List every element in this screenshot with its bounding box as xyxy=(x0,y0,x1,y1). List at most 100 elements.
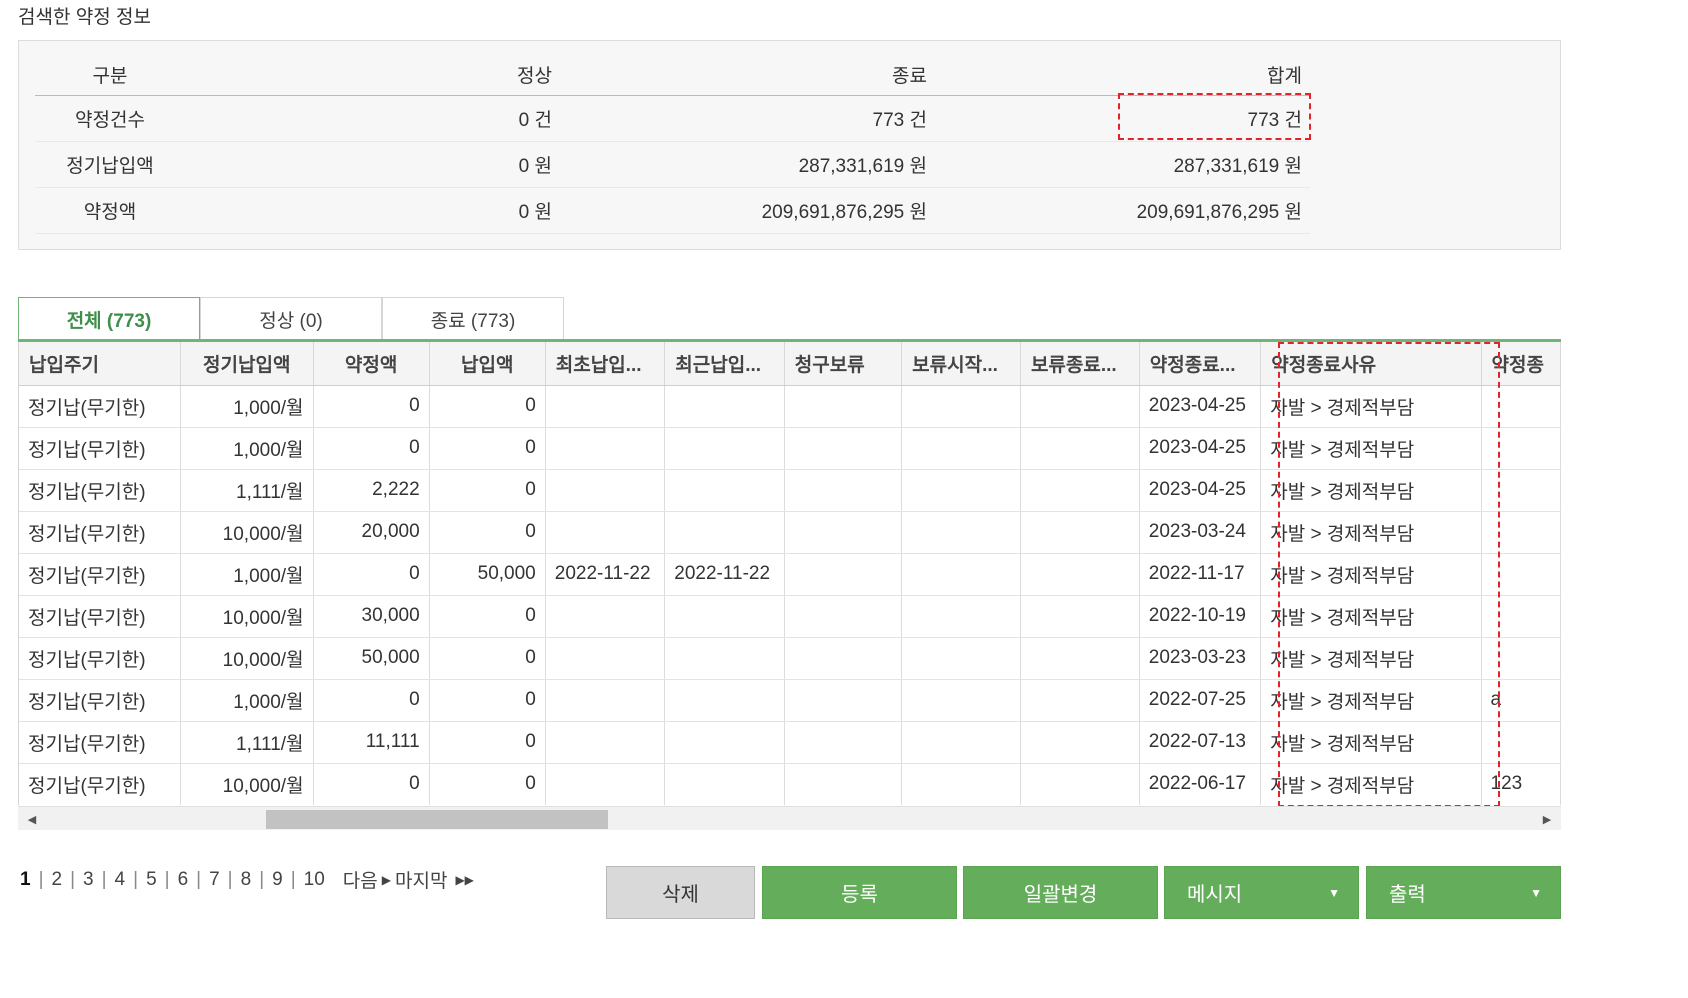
print-dropdown-button[interactable]: 출력 ▼ xyxy=(1366,866,1561,919)
grid-cell xyxy=(784,637,903,680)
scroll-right-icon[interactable]: ▶ xyxy=(1535,807,1559,831)
grid-cell xyxy=(545,763,666,805)
bulk-change-button[interactable]: 일괄변경 xyxy=(963,866,1158,919)
grid-cell xyxy=(545,637,666,680)
grid-column-header[interactable]: 약정액 xyxy=(313,342,430,386)
caret-right-icon: ▶ xyxy=(381,872,391,887)
page-link[interactable]: 10 xyxy=(302,869,327,891)
register-button-label: 등록 xyxy=(841,884,878,906)
page-link[interactable]: 6 xyxy=(176,869,191,891)
grid-cell xyxy=(664,469,785,512)
grid-cell xyxy=(784,679,903,722)
page-link[interactable]: 5 xyxy=(144,869,159,891)
grid-column-header[interactable]: 최초납입... xyxy=(545,342,666,386)
last-page-link[interactable]: 마지막 ▶▶ xyxy=(395,866,474,893)
grid-cell xyxy=(664,679,785,722)
grid-column-header[interactable]: 정기납입액 xyxy=(180,342,314,386)
page-link[interactable]: 3 xyxy=(81,869,96,891)
grid-cell: 0 xyxy=(429,385,546,428)
grid-cell xyxy=(1020,721,1140,764)
grid-cell xyxy=(901,637,1021,680)
grid-cell: 2022-07-25 xyxy=(1139,679,1262,722)
grid-cell: 20,000 xyxy=(313,511,430,554)
grid-cell: 자발 > 경제적부담 xyxy=(1260,637,1482,680)
grid-cell: 정기납(무기한) xyxy=(19,469,181,512)
delete-button[interactable]: 삭제 xyxy=(606,866,755,919)
grid-column-header[interactable]: 납입주기 xyxy=(19,342,181,386)
grid-cell: 123 xyxy=(1481,763,1561,805)
scroll-left-icon[interactable]: ◀ xyxy=(20,807,44,831)
table-row[interactable]: 정기납(무기한) 1,111/월 2,222 0 2023-04-25 자발 > 경제적부… xyxy=(19,469,1561,512)
grid-cell: 0 xyxy=(313,763,430,805)
table-row[interactable]: 정기납(무기한) 1,000/월 0 0 2023-04-25 자발 > 경제적부담 xyxy=(19,427,1561,470)
grid-cell xyxy=(784,763,903,805)
grid-cell: 자발 > 경제적부담 xyxy=(1260,553,1482,596)
grid-cell: 10,000/월 xyxy=(180,511,314,554)
grid-column-header[interactable]: 최근납입... xyxy=(664,342,785,386)
page-separator: | xyxy=(259,868,265,890)
grid-cell: 자발 > 경제적부담 xyxy=(1260,721,1482,764)
scrollbar-thumb[interactable] xyxy=(266,810,608,829)
grid-column-header[interactable]: 약정종료사유 xyxy=(1260,342,1482,386)
next-page-link[interactable]: 다음 ▶ xyxy=(343,866,391,893)
grid-cell xyxy=(901,763,1021,805)
tab-all[interactable]: 전체 (773) xyxy=(18,297,200,341)
grid-cell xyxy=(545,721,666,764)
grid-cell xyxy=(784,511,903,554)
grid-column-header[interactable]: 약정종 xyxy=(1481,342,1561,386)
tab-normal[interactable]: 정상 (0) xyxy=(200,297,382,341)
summary-cell-end: 773 건 xyxy=(560,95,935,142)
grid-cell xyxy=(784,385,903,428)
grid-cell xyxy=(784,595,903,638)
grid-cell xyxy=(1020,595,1140,638)
summary-cell-end: 209,691,876,295 원 xyxy=(560,187,935,234)
page-link[interactable]: 8 xyxy=(239,869,254,891)
grid-cell: 2023-04-25 xyxy=(1139,385,1262,428)
summary-row-pledge-amount: 약정액 0 원 209,691,876,295 원 209,691,876,29… xyxy=(35,187,1310,234)
page-link[interactable]: 9 xyxy=(270,869,285,891)
table-row[interactable]: 정기납(무기한) 1,111/월 11,111 0 2022-07-13 자발 > 경제적… xyxy=(19,721,1561,764)
table-row[interactable]: 정기납(무기한) 1,000/월 0 0 2023-04-25 자발 > 경제적부담 xyxy=(19,385,1561,428)
grid-column-header[interactable]: 보류시작... xyxy=(901,342,1021,386)
register-button[interactable]: 등록 xyxy=(762,866,957,919)
horizontal-scrollbar[interactable]: ◀ ▶ xyxy=(18,806,1561,830)
page-link[interactable]: 4 xyxy=(113,869,128,891)
grid-column-header[interactable]: 납입액 xyxy=(429,342,546,386)
grid-cell xyxy=(784,469,903,512)
page-link[interactable]: 1 xyxy=(18,869,33,891)
tab-ended[interactable]: 종료 (773) xyxy=(382,297,564,341)
table-row[interactable]: 정기납(무기한) 10,000/월 50,000 0 2023-03-23 자발 > 경제… xyxy=(19,637,1561,680)
grid-cell xyxy=(1020,469,1140,512)
grid-cell: 0 xyxy=(429,469,546,512)
grid-cell: 2023-04-25 xyxy=(1139,469,1262,512)
grid-cell xyxy=(664,427,785,470)
next-page-label: 다음 xyxy=(342,871,378,892)
grid-cell: 2022-11-22 xyxy=(545,553,666,596)
table-row[interactable]: 정기납(무기한) 10,000/월 0 0 2022-06-17 자발 > 경제적부담 12… xyxy=(19,763,1561,805)
bulk-change-button-label: 일괄변경 xyxy=(1023,884,1098,906)
grid-column-header[interactable]: 청구보류 xyxy=(784,342,903,386)
table-row[interactable]: 정기납(무기한) 10,000/월 30,000 0 2022-10-19 자발 > 경제… xyxy=(19,595,1561,638)
grid-cell: 1,000/월 xyxy=(180,553,314,596)
grid-cell: 0 xyxy=(429,427,546,470)
grid-cell xyxy=(784,721,903,764)
table-row[interactable]: 정기납(무기한) 1,000/월 0 0 2022-07-25 자발 > 경제적부담 a xyxy=(19,679,1561,722)
grid-cell: 정기납(무기한) xyxy=(19,595,181,638)
grid-cell xyxy=(784,553,903,596)
grid-cell: 2023-03-24 xyxy=(1139,511,1262,554)
grid-column-header[interactable]: 약정종료... xyxy=(1139,342,1262,386)
message-dropdown-button[interactable]: 메시지 ▼ xyxy=(1164,866,1359,919)
grid-cell: 0 xyxy=(429,763,546,805)
grid-cell: 2022-10-19 xyxy=(1139,595,1262,638)
grid-cell xyxy=(1020,679,1140,722)
grid-column-header[interactable]: 보류종료... xyxy=(1020,342,1140,386)
page-link[interactable]: 2 xyxy=(50,869,65,891)
table-row[interactable]: 정기납(무기한) 1,000/월 0 50,000 2022-11-22 2022-11-… xyxy=(19,553,1561,596)
summary-header-row: 구분 정상 종료 합계 xyxy=(35,55,1310,95)
grid-cell: 0 xyxy=(313,427,430,470)
grid-cell xyxy=(545,595,666,638)
table-row[interactable]: 정기납(무기한) 10,000/월 20,000 0 2023-03-24 자발 > 경제… xyxy=(19,511,1561,554)
grid-cell: 자발 > 경제적부담 xyxy=(1260,595,1482,638)
page-link[interactable]: 7 xyxy=(207,869,222,891)
grid-cell xyxy=(901,511,1021,554)
